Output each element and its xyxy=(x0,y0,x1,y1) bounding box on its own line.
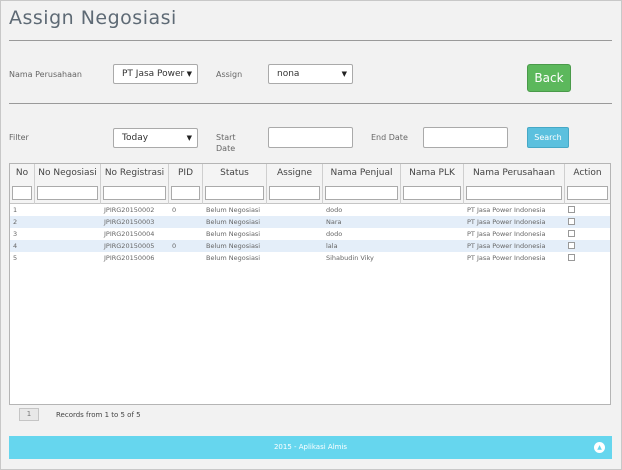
assign-label: Assign xyxy=(216,70,243,79)
cell-status: Belum Negosiasi xyxy=(206,218,261,226)
table-row[interactable]: 4 JPIRG20150005 0 Belum Negosiasi lala P… xyxy=(10,240,610,252)
scroll-to-top-icon[interactable]: ▲ xyxy=(594,442,605,453)
row-action-checkbox[interactable] xyxy=(568,218,575,225)
cell-status: Belum Negosiasi xyxy=(206,206,261,214)
chevron-down-icon: ▼ xyxy=(186,70,192,78)
column-no-negosiasi: No Negosiasi xyxy=(35,164,101,204)
cell-nama-penjual: lala xyxy=(326,242,338,250)
column-action: Action xyxy=(565,164,610,204)
column-pid: PID xyxy=(169,164,203,204)
footer-text: 2015 - Aplikasi Almis xyxy=(273,443,348,451)
cell-no-registrasi: JPIRG20150006 xyxy=(104,254,155,262)
cell-nama-perusahaan: PT Jasa Power Indonesia xyxy=(467,254,546,262)
back-button[interactable]: Back xyxy=(527,64,571,92)
column-no-registrasi: No Registrasi xyxy=(101,164,169,204)
end-date-label: End Date xyxy=(371,133,408,142)
column-nama-plk: Nama PLK xyxy=(401,164,464,204)
cell-nama-penjual: dodo xyxy=(326,230,343,238)
cell-status: Belum Negosiasi xyxy=(206,242,261,250)
cell-no-registrasi: JPIRG20150003 xyxy=(104,218,155,226)
column-no: No xyxy=(10,164,35,204)
column-filter-input[interactable] xyxy=(171,186,200,200)
search-button[interactable]: Search xyxy=(527,127,569,148)
table-row[interactable]: 1 JPIRG20150002 0 Belum Negosiasi dodo P… xyxy=(10,204,610,216)
cell-pid: 0 xyxy=(172,206,177,214)
column-filter-input[interactable] xyxy=(466,186,562,200)
records-count: Records from 1 to 5 of 5 xyxy=(56,411,141,419)
cell-pid: 0 xyxy=(172,242,177,250)
cell-status: Belum Negosiasi xyxy=(206,230,261,238)
table-row[interactable]: 5 JPIRG20150006 Belum Negosiasi Sihabudi… xyxy=(10,252,610,264)
nama-perusahaan-value: PT Jasa Power xyxy=(122,69,185,79)
footer: 2015 - Aplikasi Almis ▲ xyxy=(9,436,612,459)
filter-select[interactable]: Today ▼ xyxy=(113,128,198,148)
filter-value: Today xyxy=(122,133,149,143)
chevron-down-icon: ▼ xyxy=(341,70,347,78)
column-nama-penjual: Nama Penjual xyxy=(323,164,401,204)
row-action-checkbox[interactable] xyxy=(568,254,575,261)
chevron-down-icon: ▼ xyxy=(186,134,192,142)
cell-nama-perusahaan: PT Jasa Power Indonesia xyxy=(467,218,546,226)
column-filter-input[interactable] xyxy=(325,186,398,200)
column-filter-input[interactable] xyxy=(567,186,608,200)
column-filter-input[interactable] xyxy=(103,186,166,200)
cell-no: 1 xyxy=(13,206,18,214)
cell-no-registrasi: JPIRG20150002 xyxy=(104,206,155,214)
row-action-checkbox[interactable] xyxy=(568,242,575,249)
column-nama-perusahaan: Nama Perusahaan xyxy=(464,164,565,204)
cell-no-registrasi: JPIRG20150004 xyxy=(104,230,155,238)
column-header: PID xyxy=(177,168,193,178)
column-filter-input[interactable] xyxy=(205,186,264,200)
assign-value: nona xyxy=(277,69,300,79)
column-filter-input[interactable] xyxy=(269,186,320,200)
table-row[interactable]: 2 JPIRG20150003 Belum Negosiasi Nara PT … xyxy=(10,216,610,228)
cell-nama-penjual: dodo xyxy=(326,206,343,214)
column-header: Nama PLK xyxy=(409,168,455,178)
column-header: Action xyxy=(573,168,602,178)
divider-middle xyxy=(9,103,612,104)
pager: 1 Records from 1 to 5 of 5 xyxy=(9,405,611,425)
assign-select[interactable]: nona ▼ xyxy=(268,64,353,84)
cell-nama-perusahaan: PT Jasa Power Indonesia xyxy=(467,206,546,214)
divider-top xyxy=(9,40,612,41)
column-header: No xyxy=(15,168,29,178)
start-date-label: Start Date xyxy=(216,133,236,153)
grid-header: No No Negosiasi No Registrasi PID Status… xyxy=(10,164,610,204)
column-header: Nama Perusahaan xyxy=(472,168,556,178)
page-title: Assign Negosiasi xyxy=(9,7,177,29)
column-header: No Registrasi xyxy=(104,168,165,178)
end-date-input[interactable] xyxy=(423,127,508,148)
nama-perusahaan-select[interactable]: PT Jasa Power ▼ xyxy=(113,64,198,84)
column-filter-input[interactable] xyxy=(37,186,98,200)
column-header: Status xyxy=(220,168,249,178)
cell-no-registrasi: JPIRG20150005 xyxy=(104,242,155,250)
app-window: Assign Negosiasi Nama Perusahaan PT Jasa… xyxy=(0,0,622,470)
negosiasi-grid: No No Negosiasi No Registrasi PID Status… xyxy=(9,163,611,405)
cell-status: Belum Negosiasi xyxy=(206,254,261,262)
filter-label: Filter xyxy=(9,133,29,142)
column-status: Status xyxy=(203,164,267,204)
cell-nama-perusahaan: PT Jasa Power Indonesia xyxy=(467,242,546,250)
column-header: Nama Penjual xyxy=(330,168,393,178)
column-assigne: Assigne xyxy=(267,164,323,204)
column-filter-input[interactable] xyxy=(12,186,32,200)
cell-nama-penjual: Nara xyxy=(326,218,342,226)
column-filter-input[interactable] xyxy=(403,186,461,200)
page-number-button[interactable]: 1 xyxy=(19,408,39,421)
table-row[interactable]: 3 JPIRG20150004 Belum Negosiasi dodo PT … xyxy=(10,228,610,240)
cell-no: 3 xyxy=(13,230,18,238)
cell-nama-penjual: Sihabudin Viky xyxy=(326,254,374,262)
row-action-checkbox[interactable] xyxy=(568,230,575,237)
cell-no: 5 xyxy=(13,254,18,262)
cell-no: 4 xyxy=(13,242,18,250)
nama-perusahaan-label: Nama Perusahaan xyxy=(9,70,82,79)
cell-no: 2 xyxy=(13,218,18,226)
column-header: No Negosiasi xyxy=(38,168,97,178)
cell-nama-perusahaan: PT Jasa Power Indonesia xyxy=(467,230,546,238)
start-date-input[interactable] xyxy=(268,127,353,148)
column-header: Assigne xyxy=(277,168,312,178)
row-action-checkbox[interactable] xyxy=(568,206,575,213)
